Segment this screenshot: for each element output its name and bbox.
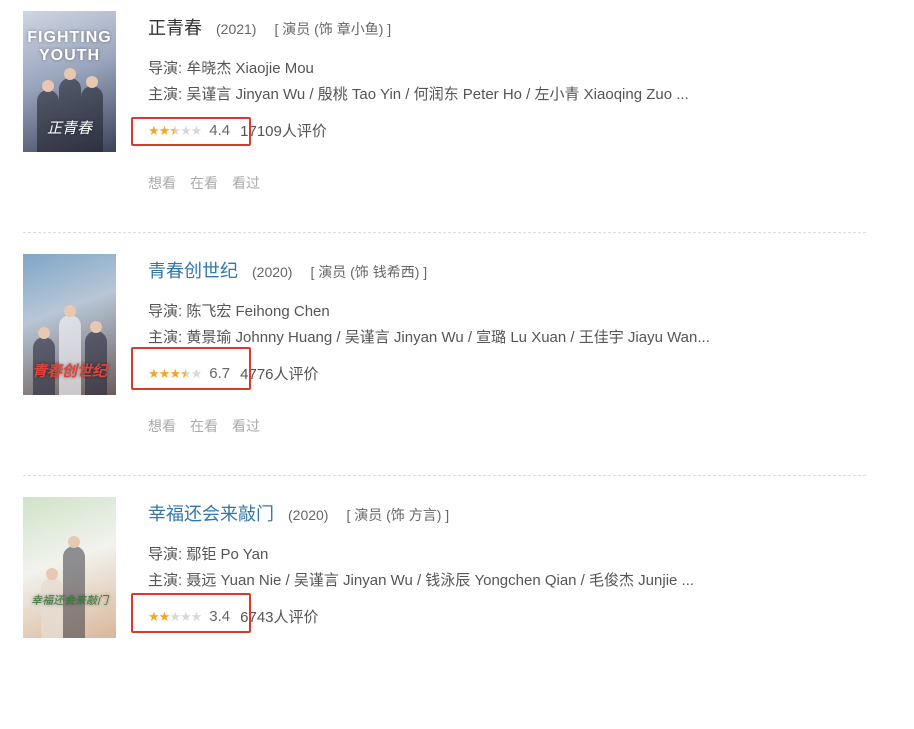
star-icon: ★ (190, 608, 203, 624)
star-icon: ★ (179, 365, 192, 381)
title-line: 幸福还会来敲门 (2020) [ 演员 (饰 方言) ] (148, 500, 449, 526)
poster-figure-head (64, 68, 76, 80)
poster-figure (59, 78, 81, 152)
watch-actions: 想看 在看 看过 (148, 173, 274, 193)
poster-subtitle: 青春创世纪 (31, 363, 107, 380)
movie-entry: 青春创世纪 青春创世纪 (2020) [ 演员 (饰 钱希西) ] 导演: 陈飞宏 … (0, 243, 914, 486)
poster-figure-head (42, 80, 54, 92)
title-line: 青春创世纪 (2020) [ 演员 (饰 钱希西) ] (148, 257, 427, 283)
movie-year: (2021) (216, 21, 257, 37)
entry-divider (23, 232, 866, 233)
movie-poster[interactable]: 青春创世纪 (23, 254, 116, 395)
movie-entry: 幸福还会来敲门 幸福还会来敲门 (2020) [ 演员 (饰 方言) ] 导演: 鄢… (0, 486, 914, 729)
poster-subtitle: 正青春 (46, 120, 92, 137)
star-icon: ★ (169, 122, 181, 138)
director-line: 导演: 鄢钜 Po Yan (148, 546, 269, 563)
movie-title-link[interactable]: 幸福还会来敲门 (148, 504, 274, 524)
entry-divider (23, 475, 866, 476)
actor-role: [ 演员 (饰 方言) ] (346, 507, 450, 523)
poster-figure (59, 315, 81, 395)
watched-button[interactable]: 看过 (232, 418, 260, 434)
star-icon: ★ (148, 608, 160, 624)
movie-poster[interactable]: FIGHTING YOUTH 正青春 (23, 11, 116, 152)
actor-role: [ 演员 (饰 章小鱼) ] (274, 21, 392, 37)
poster-figure-head (90, 321, 102, 333)
rating-score: 6.7 (209, 365, 231, 382)
rating-score: 3.4 (209, 608, 231, 625)
star-rating: ★★★★★ (148, 122, 203, 139)
poster-title-text: FIGHTING YOUTH (27, 29, 112, 64)
cast-line: 主演: 黄景瑜 Johnny Huang / 吴谨言 Jinyan Wu / 宣… (148, 329, 710, 346)
want-to-watch-button[interactable]: 想看 (148, 418, 176, 434)
star-icon: ★ (169, 365, 181, 381)
star-icon: ★ (158, 365, 171, 381)
vote-count: 17109人评价 (240, 123, 327, 140)
vote-count: 4776人评价 (240, 366, 319, 383)
movie-title-link[interactable]: 正青春 (148, 18, 202, 38)
star-icon: ★ (190, 365, 203, 381)
poster-figure-head (46, 568, 58, 580)
movie-entry: FIGHTING YOUTH 正青春 正青春 (2021) [ 演员 (饰 章小鱼)… (0, 0, 914, 243)
star-rating: ★★★★★ (148, 365, 203, 382)
want-to-watch-button[interactable]: 想看 (148, 175, 176, 191)
movie-year: (2020) (288, 507, 329, 523)
movie-year: (2020) (252, 264, 293, 280)
rating-score: 4.4 (209, 122, 231, 139)
director-line: 导演: 陈飞宏 Feihong Chen (148, 303, 330, 320)
poster-figure-head (38, 327, 50, 339)
actor-role: [ 演员 (饰 钱希西) ] (310, 264, 428, 280)
watch-actions: 想看 在看 看过 (148, 416, 274, 436)
cast-line: 主演: 吴谨言 Jinyan Wu / 殷桃 Tao Yin / 何润东 Pet… (148, 86, 689, 103)
poster-figure (41, 578, 63, 638)
vote-count: 6743人评价 (240, 609, 319, 626)
star-icon: ★ (179, 608, 192, 624)
star-icon: ★ (190, 122, 203, 138)
cast-line: 主演: 聂远 Yuan Nie / 吴谨言 Jinyan Wu / 钱泳辰 Yo… (148, 572, 695, 589)
star-icon: ★ (169, 608, 181, 624)
star-icon: ★ (148, 122, 160, 138)
rating-line: ★★★★★ 3.4 6743人评价 (148, 606, 319, 630)
director-line: 导演: 牟晓杰 Xiaojie Mou (148, 60, 314, 77)
star-icon: ★ (158, 608, 171, 624)
title-line: 正青春 (2021) [ 演员 (饰 章小鱼) ] (148, 14, 391, 40)
star-rating: ★★★★★ (148, 608, 203, 625)
rating-line: ★★★★★ 4.4 17109人评价 (148, 120, 327, 144)
poster-subtitle: 幸福还会来敲门 (31, 595, 108, 607)
poster-figure-head (64, 305, 76, 317)
watching-button[interactable]: 在看 (190, 418, 218, 434)
watched-button[interactable]: 看过 (232, 175, 260, 191)
poster-figure-head (86, 76, 98, 88)
movie-title-link[interactable]: 青春创世纪 (148, 261, 238, 281)
movie-poster[interactable]: 幸福还会来敲门 (23, 497, 116, 638)
star-icon: ★ (179, 122, 192, 138)
star-icon: ★ (148, 365, 160, 381)
rating-line: ★★★★★ 6.7 4776人评价 (148, 363, 319, 387)
poster-figure-head (68, 536, 80, 548)
watching-button[interactable]: 在看 (190, 175, 218, 191)
star-icon: ★ (158, 122, 171, 138)
